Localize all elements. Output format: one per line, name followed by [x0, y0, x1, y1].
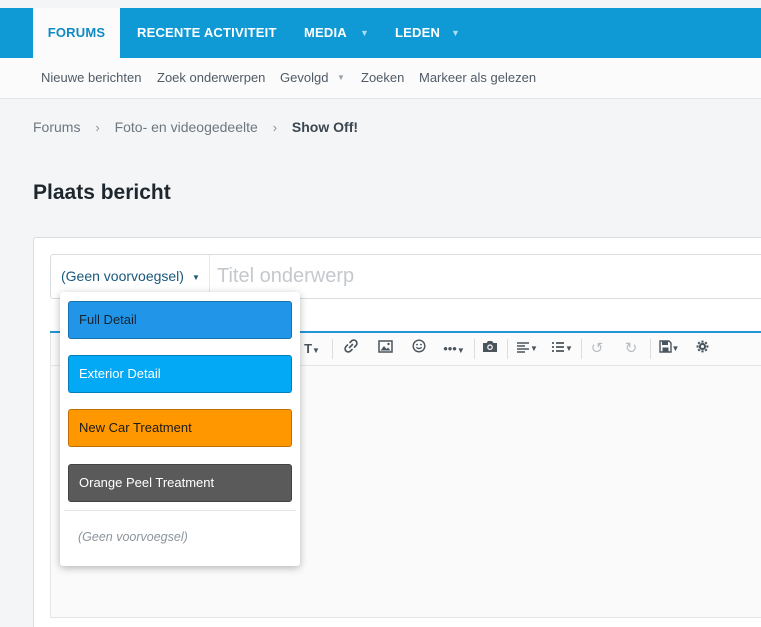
- redo-icon[interactable]: ↻: [620, 339, 642, 359]
- tab-forums[interactable]: FORUMS: [33, 8, 120, 58]
- breadcrumb-media-section[interactable]: Foto- en videogedeelte: [115, 119, 258, 135]
- image-icon[interactable]: [374, 339, 396, 359]
- page-title: Plaats bericht: [33, 181, 171, 204]
- watched-menu-caret-icon[interactable]: ▼: [337, 58, 345, 98]
- chevron-down-icon: ▼: [191, 272, 200, 282]
- sub-navbar: Nieuwe berichten Zoek onderwerpen Gevolg…: [0, 58, 761, 99]
- save-draft-icon[interactable]: ▼: [655, 339, 683, 359]
- settings-icon[interactable]: [692, 339, 712, 359]
- more-icon[interactable]: •••▼: [440, 339, 468, 359]
- breadcrumb-current[interactable]: Show Off!: [292, 119, 358, 135]
- list-icon[interactable]: ▼: [548, 339, 576, 359]
- toolbar-divider: [332, 339, 333, 359]
- breadcrumb: Forums › Foto- en videogedeelte › Show O…: [33, 118, 358, 138]
- subnav-search[interactable]: Zoeken: [361, 58, 404, 98]
- main-navbar: FORUMS RECENTE ACTIVITEIT MEDIA ▼ LEDEN …: [0, 8, 761, 58]
- link-icon[interactable]: [340, 339, 362, 359]
- prefix-option-orange-peel-treatment[interactable]: Orange Peel Treatment: [68, 464, 292, 502]
- undo-icon[interactable]: ↺: [586, 339, 608, 359]
- breadcrumb-chevron-icon: ›: [95, 119, 100, 135]
- camera-icon[interactable]: [479, 339, 501, 359]
- subnav-mark-read[interactable]: Markeer als gelezen: [419, 58, 536, 98]
- subnav-watched[interactable]: Gevolgd: [280, 58, 328, 98]
- tab-media[interactable]: MEDIA: [304, 8, 347, 58]
- subnav-find-threads[interactable]: Zoek onderwerpen: [157, 58, 265, 98]
- toolbar-divider: [650, 339, 651, 359]
- members-menu-caret-icon[interactable]: ▼: [451, 8, 460, 58]
- subnav-new-posts[interactable]: Nieuwe berichten: [41, 58, 141, 98]
- media-menu-caret-icon[interactable]: ▼: [360, 8, 369, 58]
- smiley-icon[interactable]: [408, 339, 430, 359]
- text-size-icon[interactable]: T▼: [299, 339, 325, 359]
- prefix-option-none[interactable]: (Geen voorvoegsel): [78, 530, 188, 544]
- toolbar-divider: [474, 339, 475, 359]
- tab-members[interactable]: LEDEN: [395, 8, 440, 58]
- breadcrumb-forums[interactable]: Forums: [33, 119, 80, 135]
- toolbar-divider: [581, 339, 582, 359]
- top-strip: [0, 0, 761, 8]
- dropdown-divider: [64, 510, 296, 511]
- prefix-option-exterior-detail[interactable]: Exterior Detail: [68, 355, 292, 393]
- toolbar-divider: [507, 339, 508, 359]
- breadcrumb-chevron-icon: ›: [272, 119, 278, 135]
- prefix-option-full-detail[interactable]: Full Detail: [68, 301, 292, 339]
- prefix-dropdown-menu: Full Detail Exterior Detail New Car Trea…: [60, 292, 300, 566]
- align-icon[interactable]: ▼: [513, 339, 541, 359]
- tab-recent-activity[interactable]: RECENTE ACTIVITEIT: [137, 8, 277, 58]
- prefix-option-new-car-treatment[interactable]: New Car Treatment: [68, 409, 292, 447]
- prefix-select-value: (Geen voorvoegsel): [61, 268, 184, 284]
